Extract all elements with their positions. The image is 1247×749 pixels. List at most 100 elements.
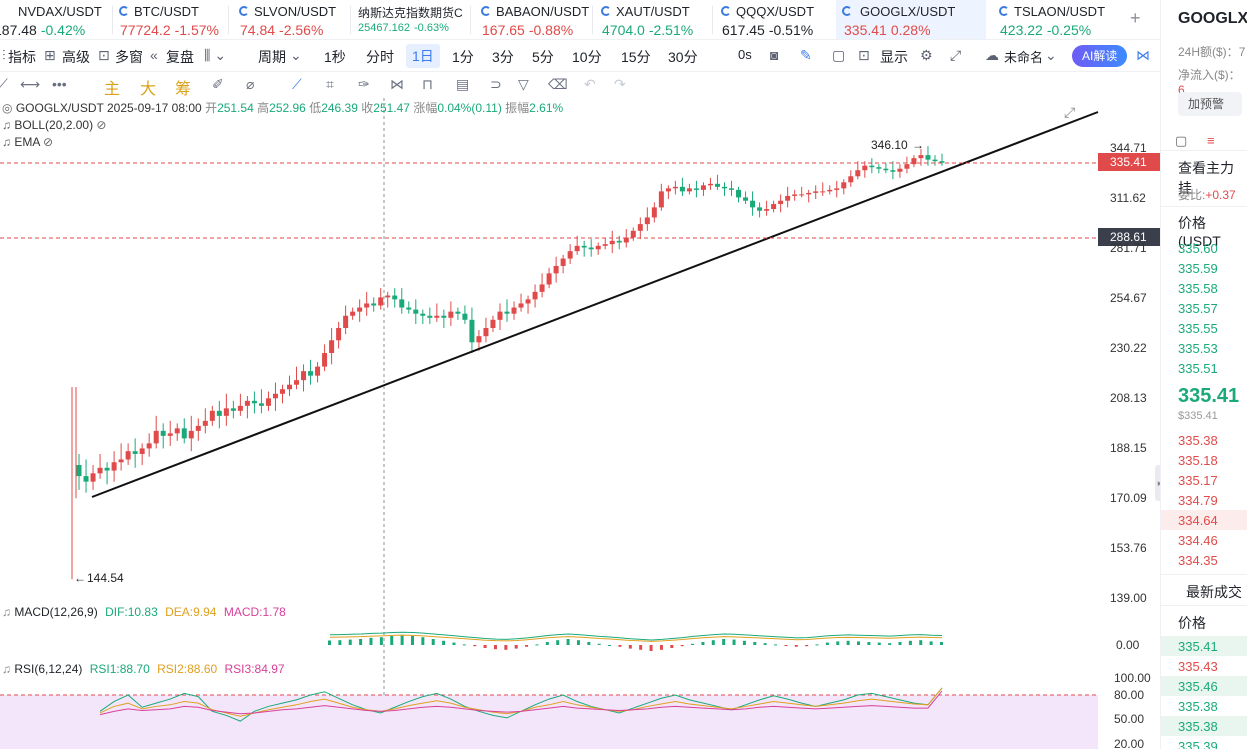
macd-bar — [545, 642, 549, 645]
book-mode-icon[interactable]: ▢ — [1175, 133, 1187, 149]
bid-price[interactable]: 334.46 — [1178, 533, 1218, 548]
eraser-icon[interactable]: ⌀ — [246, 76, 254, 93]
ticker-tab[interactable]: XAUT/USDT 4704.0 -2.51% — [598, 0, 710, 39]
ticker-tab[interactable]: BABAON/USDT 167.65 -0.88% — [478, 0, 590, 39]
undo-icon[interactable]: ↶ — [584, 76, 596, 93]
bid-price[interactable]: 334.64 — [1178, 513, 1218, 528]
chart-style-icon[interactable]: ⫼ ⌄ — [204, 47, 226, 64]
more-icon[interactable]: ••• — [52, 76, 67, 92]
eye-off-icon[interactable]: ⊘ — [96, 118, 106, 132]
recent-trades-tab[interactable]: 最新成交 — [1186, 582, 1242, 602]
draw-icon[interactable]: ✎ — [800, 47, 812, 64]
low-label: 低 — [309, 101, 322, 115]
multi-window-button[interactable]: 多窗 — [115, 47, 143, 67]
bid-price[interactable]: 335.18 — [1178, 453, 1218, 468]
cursor-icon[interactable]: ⟋ — [0, 76, 8, 93]
interval-3m[interactable]: 3分 — [492, 47, 514, 67]
bid-price[interactable]: 334.35 — [1178, 553, 1218, 568]
window-icon[interactable]: ▢ — [832, 47, 845, 64]
macd-bar — [732, 639, 736, 645]
lock-icon[interactable]: ⊓ — [422, 76, 433, 93]
period-dropdown[interactable]: 周期 — [258, 47, 286, 67]
bid-price[interactable]: 335.17 — [1178, 473, 1218, 488]
bell-icon[interactable]: ♫ — [2, 135, 11, 149]
ask-price[interactable]: 335.58 — [1178, 281, 1218, 296]
coin-icon — [842, 6, 852, 16]
main-force-button[interactable]: 主 — [104, 75, 120, 99]
macd-bar — [722, 639, 726, 645]
add-alert-button[interactable]: 加预警 — [1178, 92, 1242, 116]
macd-bar — [846, 640, 850, 645]
ticker-tab[interactable]: BTC/USDT 77724.2 -1.57% — [116, 0, 228, 39]
add-tab-button[interactable]: + — [1130, 8, 1141, 29]
bid-price[interactable]: 335.38 — [1178, 433, 1218, 448]
ticker-name: TSLAON/USDT — [1014, 4, 1106, 19]
trend-line[interactable] — [91, 111, 1099, 498]
filter-icon[interactable]: ▽ — [518, 76, 529, 93]
indicator-visibility-icon[interactable]: ◎ — [2, 101, 12, 115]
gear-icon[interactable]: ⚙ — [920, 47, 933, 64]
interval-5m[interactable]: 5分 — [532, 47, 554, 67]
ticker-tab[interactable]: NVDAX/USDT 187.48-0.42% — [0, 0, 112, 39]
trash-icon[interactable]: ⌫ — [548, 76, 568, 93]
interval-10m[interactable]: 10分 — [572, 47, 602, 67]
replay-button[interactable]: 复盘 — [166, 47, 194, 67]
ticker-tab[interactable]: QQQX/USDT 617.45 -0.51% — [718, 0, 830, 39]
indicators-button[interactable]: 指标 — [8, 47, 36, 67]
note-icon[interactable]: ✐ — [212, 76, 224, 93]
macd-bar — [691, 643, 695, 645]
display-button[interactable]: 显示 — [880, 47, 908, 67]
ask-price[interactable]: 335.53 — [1178, 341, 1218, 356]
eye-off-icon[interactable]: ⊘ — [43, 135, 53, 149]
interval-1d[interactable]: 1日 — [406, 44, 440, 68]
bell-icon[interactable]: ♫ — [2, 662, 11, 676]
horizontal-line-icon[interactable]: ⟷ — [20, 76, 40, 93]
ticker-tab[interactable]: TSLAON/USDT 423.22 -0.25% — [996, 0, 1108, 39]
bell-icon[interactable]: ♫ — [2, 605, 11, 619]
camera-icon[interactable]: ◙ — [770, 47, 778, 63]
ask-price[interactable]: 335.60 — [1178, 241, 1218, 256]
interval-1s[interactable]: 1秒 — [324, 47, 346, 67]
trend-line-icon[interactable]: ⟋ — [292, 76, 302, 93]
candle-body — [287, 384, 292, 390]
candle-body — [322, 353, 328, 367]
ask-price[interactable]: 335.55 — [1178, 321, 1218, 336]
amplitude-label: 振幅 — [505, 101, 530, 115]
fullscreen-icon[interactable]: ⤢ — [950, 47, 961, 64]
ask-price[interactable]: 335.51 — [1178, 361, 1218, 376]
macd-bar — [369, 637, 373, 645]
bid-price[interactable]: 334.79 — [1178, 493, 1218, 508]
interval-timeshare[interactable]: 分时 — [366, 47, 394, 67]
book-mode-icon[interactable]: ≡ — [1207, 133, 1215, 148]
ticker-tab[interactable]: 纳斯达克指数期货C 25467.162 -0.63% — [358, 0, 468, 39]
interval-30m[interactable]: 30分 — [668, 47, 698, 67]
pattern-icon[interactable]: ⋈ — [390, 76, 404, 93]
candle-body — [651, 207, 657, 218]
ticker-tab[interactable]: SLVON/USDT 74.84 -2.56% — [236, 0, 348, 39]
redo-icon[interactable]: ↷ — [614, 76, 626, 93]
advanced-button[interactable]: 高级 — [62, 47, 90, 67]
ask-price[interactable]: 335.57 — [1178, 301, 1218, 316]
trade-price: 335.46 — [1178, 679, 1218, 694]
ai-analysis-button[interactable]: AI解读 — [1072, 45, 1128, 67]
ask-price[interactable]: 335.59 — [1178, 261, 1218, 276]
candle-body — [729, 188, 735, 190]
share-icon[interactable]: ⋈ — [1136, 47, 1150, 64]
candle-body — [686, 188, 692, 192]
coin-icon — [481, 6, 491, 16]
ruler-icon[interactable]: ⌗ — [326, 76, 334, 93]
interval-1m[interactable]: 1分 — [452, 47, 474, 67]
price-chart[interactable]: 335.41 288.61 346.10 → ← 144.54 344.7131… — [0, 98, 1160, 749]
interval-0s[interactable]: 0s — [738, 47, 752, 62]
ticker-tab-active[interactable]: GOOGLX/USDT 335.41 0.28% — [836, 0, 986, 39]
interval-15m[interactable]: 15分 — [621, 47, 651, 67]
magnet-icon[interactable]: ⊃ — [490, 76, 502, 93]
big-order-button[interactable]: 大 — [140, 75, 156, 99]
bell-icon[interactable]: ♫ — [2, 118, 11, 132]
chip-button[interactable]: 筹 — [175, 75, 191, 99]
brush-icon[interactable]: ✑ — [358, 76, 370, 93]
rsi-tick-label: 20.00 — [1114, 737, 1144, 749]
expand-chart-icon[interactable]: ⤢ — [1064, 104, 1075, 120]
layout-name-dropdown[interactable]: 未命名 — [1004, 47, 1043, 66]
template-icon[interactable]: ▤ — [456, 76, 469, 93]
